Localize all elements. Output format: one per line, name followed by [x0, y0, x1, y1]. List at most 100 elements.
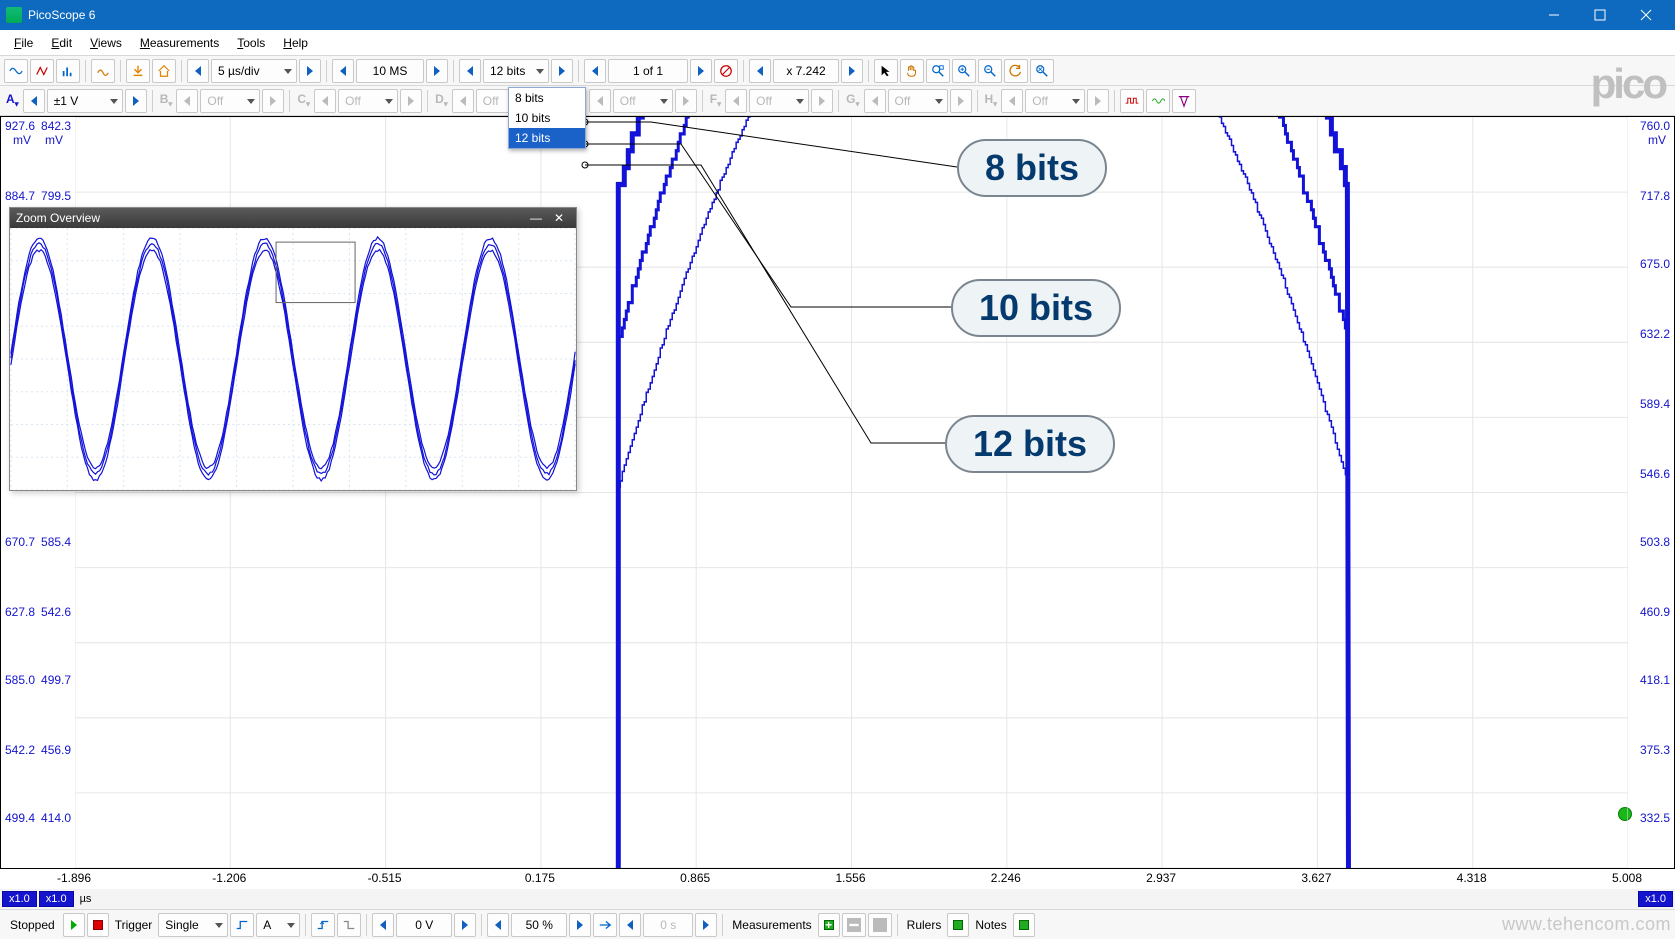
- trigger-level-next[interactable]: [454, 913, 476, 937]
- buffer-next-button[interactable]: [690, 59, 712, 83]
- zoom-in-icon[interactable]: [952, 59, 976, 83]
- bits-prev-button[interactable]: [459, 59, 481, 83]
- channel-e-range-prev[interactable]: [589, 89, 611, 113]
- delay-field[interactable]: 0 s: [643, 913, 693, 937]
- undo-zoom-icon[interactable]: [1004, 59, 1028, 83]
- channel-c-range-next[interactable]: [400, 89, 422, 113]
- channel-h-range-dropdown[interactable]: Off: [1025, 89, 1085, 113]
- channel-c-range-prev[interactable]: [314, 89, 336, 113]
- channel-h-range-prev[interactable]: [1001, 89, 1023, 113]
- zoom-overview-canvas[interactable]: [10, 228, 576, 490]
- buffer-nav-icon[interactable]: [714, 59, 738, 83]
- trigger-level-prev[interactable]: [372, 913, 394, 937]
- menu-measurements[interactable]: Measurements: [132, 33, 227, 53]
- zoom-overview-window[interactable]: Zoom Overview — ✕: [9, 207, 577, 491]
- samples-next-button[interactable]: [426, 59, 448, 83]
- menu-help[interactable]: Help: [275, 33, 316, 53]
- zoom-next-button[interactable]: [841, 59, 863, 83]
- mode-persistence-icon[interactable]: [30, 59, 54, 83]
- channel-f-range-dropdown[interactable]: Off: [749, 89, 809, 113]
- zoom-overview-minimize-icon[interactable]: —: [524, 211, 548, 225]
- scope-view[interactable]: 927.6842.3 mV mV 884.7799.5 670.7585.4 6…: [0, 116, 1675, 869]
- channel-a-range-prev[interactable]: [23, 89, 45, 113]
- channel-c-label[interactable]: C▾: [295, 92, 312, 108]
- delay-next[interactable]: [695, 913, 717, 937]
- channel-a-range-next[interactable]: [125, 89, 147, 113]
- channel-h-label[interactable]: H▾: [983, 92, 1000, 108]
- channel-f-range-next[interactable]: [811, 89, 833, 113]
- bits-next-button[interactable]: [551, 59, 573, 83]
- save-icon[interactable]: [126, 59, 150, 83]
- zoom-overview-close-icon[interactable]: ✕: [548, 211, 570, 225]
- siggen-icon[interactable]: [91, 59, 115, 83]
- channel-f-range-prev[interactable]: [725, 89, 747, 113]
- scale-right-tag[interactable]: x1.0: [1638, 891, 1673, 907]
- timebase-next-button[interactable]: [299, 59, 321, 83]
- buffer-field[interactable]: 1 of 1: [608, 59, 688, 83]
- channel-g-label[interactable]: G▾: [844, 92, 861, 108]
- menu-edit[interactable]: Edit: [43, 33, 80, 53]
- zoom-window-icon[interactable]: [926, 59, 950, 83]
- channel-a-range-dropdown[interactable]: ±1 V: [47, 89, 123, 113]
- channel-g-range-next[interactable]: [950, 89, 972, 113]
- digital-channels-icon[interactable]: [1120, 89, 1144, 113]
- pretrigger-next[interactable]: [569, 913, 591, 937]
- channel-b-range-dropdown[interactable]: Off: [200, 89, 260, 113]
- notes-toggle-icon[interactable]: [1013, 913, 1035, 937]
- delay-prev[interactable]: [619, 913, 641, 937]
- trigger-channel-dropdown[interactable]: A: [256, 913, 300, 937]
- trigger-mode-dropdown[interactable]: Single: [158, 913, 228, 937]
- channel-e-range-dropdown[interactable]: Off: [613, 89, 673, 113]
- scale-y-tag[interactable]: x1.0: [39, 891, 74, 907]
- trigger-level-field[interactable]: 0 V: [396, 913, 452, 937]
- channel-d-range-prev[interactable]: [452, 89, 474, 113]
- measurement-remove-icon[interactable]: [842, 913, 866, 937]
- serial-decode-icon[interactable]: [1146, 89, 1170, 113]
- zoom-fit-icon[interactable]: [1030, 59, 1054, 83]
- channel-g-range-dropdown[interactable]: Off: [888, 89, 948, 113]
- channel-e-range-next[interactable]: [675, 89, 697, 113]
- menu-views[interactable]: Views: [82, 33, 130, 53]
- scale-x-tag[interactable]: x1.0: [2, 891, 37, 907]
- mode-scope-icon[interactable]: [4, 59, 28, 83]
- channel-g-range-prev[interactable]: [864, 89, 886, 113]
- samples-prev-button[interactable]: [332, 59, 354, 83]
- pretrigger-field[interactable]: 50 %: [511, 913, 567, 937]
- trigger-edge-falling-icon[interactable]: [337, 913, 361, 937]
- zoom-out-icon[interactable]: [978, 59, 1002, 83]
- buffer-prev-button[interactable]: [584, 59, 606, 83]
- channel-a-label[interactable]: A▾: [4, 92, 21, 108]
- bits-option-8[interactable]: 8 bits: [509, 88, 585, 108]
- timebase-prev-button[interactable]: [187, 59, 209, 83]
- zoom-overview-titlebar[interactable]: Zoom Overview — ✕: [10, 208, 576, 228]
- channel-c-range-dropdown[interactable]: Off: [338, 89, 398, 113]
- hand-icon[interactable]: [900, 59, 924, 83]
- menu-file[interactable]: File: [6, 33, 41, 53]
- channel-d-label[interactable]: D▾: [433, 92, 450, 108]
- channel-b-range-next[interactable]: [262, 89, 284, 113]
- close-button[interactable]: [1623, 0, 1669, 30]
- mode-spectrum-icon[interactable]: [56, 59, 80, 83]
- channel-b-range-prev[interactable]: [176, 89, 198, 113]
- measurement-edit-icon[interactable]: [868, 913, 892, 937]
- zoom-prev-button[interactable]: [749, 59, 771, 83]
- menu-tools[interactable]: Tools: [229, 33, 273, 53]
- channel-b-label[interactable]: B▾: [158, 92, 175, 108]
- trigger-advanced-icon[interactable]: [230, 913, 254, 937]
- math-channel-icon[interactable]: [1172, 89, 1196, 113]
- measurement-add-icon[interactable]: +: [818, 913, 840, 937]
- minimize-button[interactable]: [1531, 0, 1577, 30]
- samples-field[interactable]: 10 MS: [356, 59, 424, 83]
- zoom-field[interactable]: x 7.242: [773, 59, 839, 83]
- stop-button[interactable]: [87, 913, 109, 937]
- pretrigger-toggle-icon[interactable]: [593, 913, 617, 937]
- bits-option-10[interactable]: 10 bits: [509, 108, 585, 128]
- pretrigger-prev[interactable]: [487, 913, 509, 937]
- bits-option-12[interactable]: 12 bits: [509, 128, 585, 148]
- maximize-button[interactable]: [1577, 0, 1623, 30]
- bits-dropdown[interactable]: 12 bits: [483, 59, 549, 83]
- home-icon[interactable]: [152, 59, 176, 83]
- timebase-dropdown[interactable]: 5 µs/div: [211, 59, 297, 83]
- channel-h-range-next[interactable]: [1087, 89, 1109, 113]
- run-button[interactable]: [63, 913, 85, 937]
